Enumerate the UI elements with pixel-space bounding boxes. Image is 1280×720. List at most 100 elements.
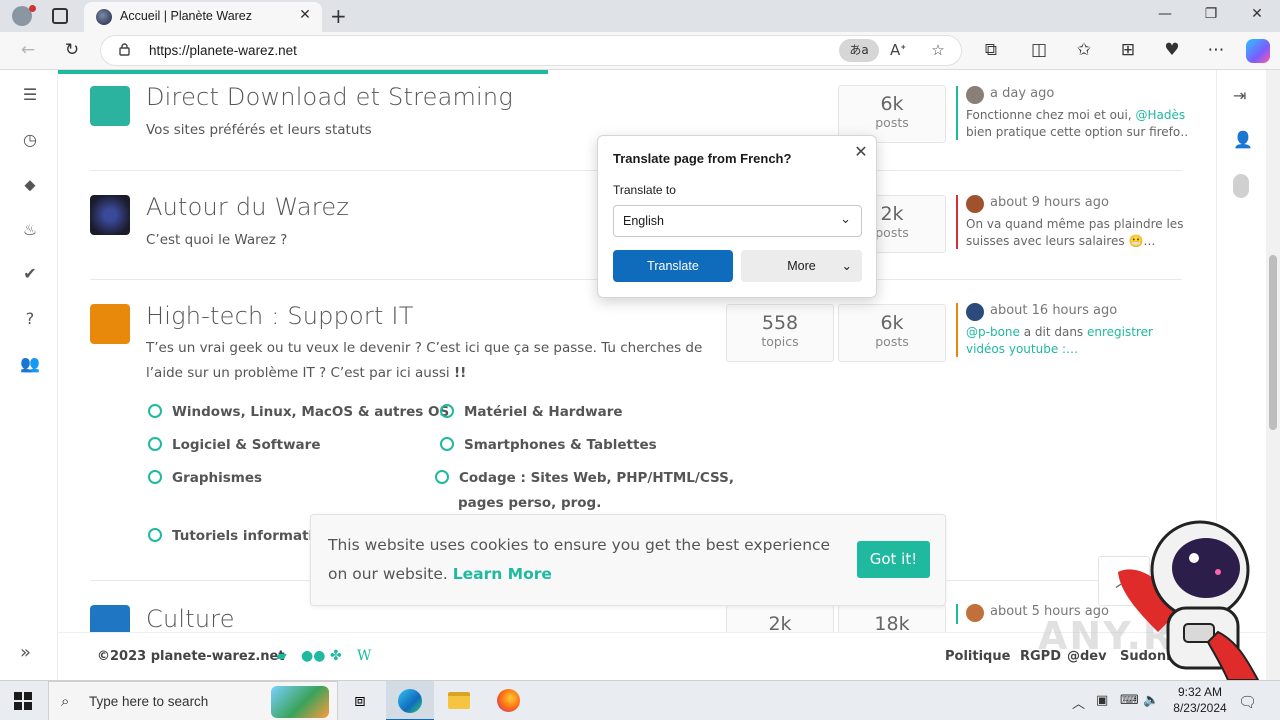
notification-dot (29, 5, 36, 12)
last-post-time[interactable]: a day ago (990, 86, 1186, 106)
subforum-link[interactable]: Graphismes (148, 470, 262, 486)
tray-app-icon[interactable]: ▣ (1096, 693, 1108, 708)
extensions-icon[interactable]: ⧉ (978, 40, 1004, 60)
groups-icon[interactable]: ✤ (330, 648, 342, 664)
last-post-excerpt-line2[interactable]: vidéos youtube :… (966, 342, 1188, 357)
tray-overflow-icon[interactable]: ︿ (1072, 693, 1085, 712)
avatar[interactable] (966, 303, 984, 321)
forum-title[interactable]: High-tech : Support IT (146, 302, 414, 330)
split-screen-icon[interactable]: ◫ (1026, 40, 1052, 60)
read-aloud-icon[interactable]: Aᐩ (887, 41, 909, 59)
subforum-link[interactable]: Logiciel & Software (148, 437, 320, 453)
description-text: T’es un vrai geek ou tu veux le devenir … (146, 340, 703, 381)
recent-icon[interactable]: ◷ (20, 130, 40, 150)
back-icon[interactable]: ← (15, 40, 41, 60)
taskbar-search[interactable]: ⌕ Type here to search (48, 681, 338, 720)
volume-icon[interactable]: 🔈 (1143, 693, 1159, 708)
users-icon[interactable]: 👥 (20, 354, 40, 374)
copilot-icon[interactable] (1246, 39, 1270, 63)
subforum-link[interactable]: Tutoriels informatiq (148, 528, 323, 544)
subforum-label-line2[interactable]: pages perso, prog. (458, 495, 601, 511)
mention-link[interactable]: @Hadès (1136, 108, 1186, 122)
translate-button[interactable]: Translate (613, 250, 733, 282)
translate-icon[interactable]: あa (839, 39, 879, 62)
chat-icon[interactable]: ▰ (276, 648, 287, 664)
subforum-icon (440, 404, 454, 418)
collections-icon[interactable]: ⊞ (1115, 40, 1141, 60)
login-icon[interactable]: ⇥ (1233, 86, 1246, 105)
avatar[interactable] (966, 195, 984, 213)
description-emphasis: !! (453, 365, 467, 381)
users-icon[interactable]: ●● (301, 648, 325, 664)
address-bar[interactable]: https://planete-warez.net あa Aᐩ ☆ (100, 35, 962, 66)
register-user-icon[interactable]: 👤 (1233, 130, 1253, 149)
firefox-icon[interactable] (484, 681, 532, 720)
solved-check-icon[interactable]: ✔ (20, 264, 40, 284)
search-highlight-icon[interactable] (271, 686, 329, 718)
favorite-star-icon[interactable]: ☆ (927, 41, 949, 59)
avatar[interactable] (966, 604, 984, 622)
cookie-banner: This website uses cookies to ensure you … (310, 514, 946, 606)
restore-icon[interactable]: ❐ (1196, 6, 1226, 22)
learn-more-link[interactable]: Learn More (453, 565, 552, 583)
more-button[interactable]: More ⌄ (741, 250, 862, 282)
topic-link[interactable]: enregistrer (1087, 325, 1153, 339)
translate-to-label: Translate to (613, 183, 676, 197)
close-window-icon[interactable]: ✕ (1242, 6, 1272, 22)
subforum-link[interactable]: Matériel & Hardware (440, 404, 623, 420)
search-icon: ⌕ (61, 692, 70, 710)
tab-close-icon[interactable]: ✕ (296, 7, 314, 23)
last-post[interactable]: a day ago Fonctionne chez moi et oui, @H… (956, 86, 1188, 140)
more-button-label: More (787, 259, 816, 273)
browser-titlebar: Accueil | Planète Warez ✕ + — ❐ ✕ (0, 0, 1280, 32)
taskbar-clock[interactable]: 9:32 AM 8/23/2024 (1160, 684, 1240, 716)
performance-icon[interactable]: ♥ (1159, 40, 1185, 60)
last-post[interactable]: about 9 hours ago On va quand même pas p… (956, 195, 1186, 249)
favorites-icon[interactable]: ✩ (1071, 40, 1097, 60)
translate-popup: Translate page from French? ✕ Translate … (597, 135, 877, 298)
notifications-icon[interactable]: 🗨 (1238, 693, 1257, 711)
posts-label: posts (875, 334, 909, 349)
subforum-label: Logiciel & Software (172, 437, 321, 453)
subforum-link[interactable]: Codage : Sites Web, PHP/HTML/CSS, (435, 470, 734, 486)
last-post-excerpt-line2: suisses avec leurs salaires 😬… (966, 234, 1156, 248)
close-icon[interactable]: ✕ (852, 142, 870, 161)
categories-icon[interactable]: ☰ (20, 85, 40, 105)
new-tab-icon[interactable]: + (330, 4, 347, 28)
scroll-toggle-icon[interactable] (1233, 174, 1249, 198)
last-post[interactable]: about 16 hours ago @p-bone a dit dans en… (956, 303, 1186, 357)
clock-time: 9:32 AM (1177, 685, 1223, 699)
scrollbar-thumb[interactable] (1269, 255, 1277, 430)
refresh-icon[interactable]: ↻ (59, 40, 85, 60)
forum-title[interactable]: Autour du Warez (146, 193, 349, 221)
help-icon[interactable]: ? (20, 309, 40, 329)
avatar[interactable] (966, 86, 984, 104)
last-post-time[interactable]: about 16 hours ago (990, 303, 1186, 323)
tab-actions-icon[interactable] (52, 8, 68, 24)
got-it-button[interactable]: Got it! (857, 541, 930, 578)
language-select[interactable]: English ⌄ (613, 205, 862, 237)
popular-fire-icon[interactable]: ♨ (20, 220, 40, 240)
last-post-excerpt-line1: @p-bone a dit dans enregistrer (966, 325, 1188, 340)
url-text[interactable]: https://planete-warez.net (149, 43, 297, 58)
subforum-link[interactable]: Windows, Linux, MacOS & autres OS (148, 404, 449, 420)
file-explorer-icon[interactable] (434, 681, 482, 720)
browser-tab-active[interactable]: Accueil | Planète Warez ✕ (84, 2, 322, 32)
expand-sidebar-icon[interactable]: » (20, 642, 31, 663)
page-scrollbar[interactable] (1266, 70, 1280, 680)
lock-icon[interactable] (119, 43, 130, 56)
mention-link[interactable]: @p-bone (966, 325, 1020, 339)
forum-title[interactable]: Culture (146, 605, 235, 633)
more-menu-icon[interactable]: ⋯ (1203, 40, 1229, 60)
windows-start-icon[interactable] (14, 692, 32, 710)
task-view-icon[interactable]: ⧈ (336, 681, 384, 720)
wiki-icon[interactable]: W (357, 648, 371, 664)
last-post-time[interactable]: about 9 hours ago (990, 195, 1186, 215)
subforum-link[interactable]: Smartphones & Tablettes (440, 437, 657, 453)
edge-taskbar-icon[interactable] (386, 681, 434, 720)
forum-title[interactable]: Direct Download et Streaming (146, 83, 513, 111)
minimize-icon[interactable]: — (1150, 6, 1180, 22)
footer-link-politique[interactable]: Politique (945, 649, 1010, 664)
network-icon[interactable]: ⌨ (1120, 693, 1139, 708)
tags-icon[interactable]: ⬥ (20, 175, 40, 195)
